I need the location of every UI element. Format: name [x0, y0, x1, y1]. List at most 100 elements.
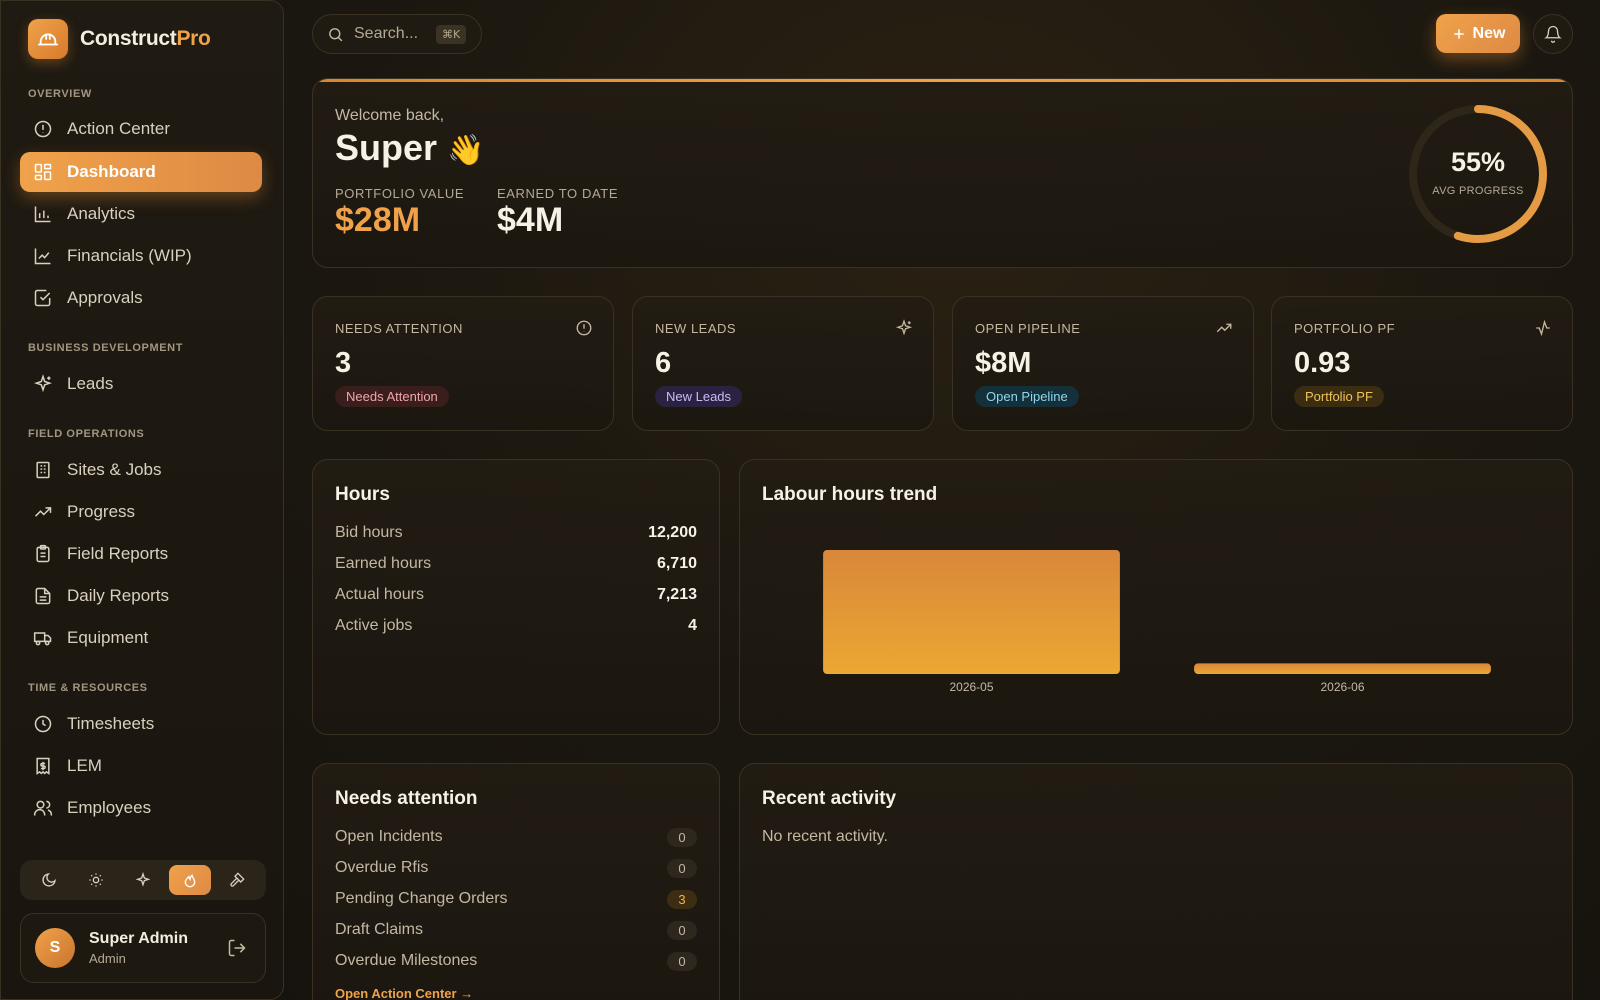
sidebar-item-label: Field Reports: [67, 544, 169, 563]
open-action-center-link[interactable]: Open Action Center →: [335, 986, 473, 1000]
sidebar-item-label: Action Center: [67, 119, 170, 138]
section-time-resources: TIME & RESOURCES: [28, 682, 148, 694]
sparkles-icon: [895, 319, 913, 342]
stat-card-new-leads[interactable]: NEW LEADS 6 New Leads: [632, 296, 934, 431]
stat-card-portfolio-pf[interactable]: PORTFOLIO PF 0.93 Portfolio PF: [1271, 296, 1573, 431]
new-button[interactable]: New: [1436, 14, 1520, 53]
attention-row[interactable]: Pending Change Orders 3: [335, 890, 697, 909]
count-badge: 0: [667, 828, 697, 847]
section-field-operations: FIELD OPERATIONS: [28, 428, 145, 440]
sidebar-item-employees[interactable]: Employees: [20, 788, 262, 828]
stat-card-open-pipeline[interactable]: OPEN PIPELINE $8M Open Pipeline: [952, 296, 1254, 431]
welcome-name: Super 👋: [335, 127, 485, 168]
sidebar-item-label: Timesheets: [67, 714, 155, 733]
status-badge: New Leads: [655, 386, 743, 407]
sidebar-item-field-reports[interactable]: Field Reports: [20, 534, 262, 574]
line-chart-icon: [33, 246, 53, 266]
sidebar-item-analytics[interactable]: Analytics: [20, 194, 262, 234]
stat-card-needs-attention[interactable]: NEEDS ATTENTION 3 Needs Attention: [312, 296, 614, 431]
sidebar-item-label: Equipment: [67, 628, 149, 647]
logout-icon[interactable]: [227, 938, 247, 963]
stat-value: $8M: [975, 347, 1032, 379]
flame-icon[interactable]: [168, 865, 211, 895]
clipboard-icon: [33, 544, 53, 564]
stat-label: PORTFOLIO PF: [1294, 321, 1396, 336]
search-icon: [327, 26, 344, 43]
sidebar-item-approvals[interactable]: Approvals: [20, 278, 262, 318]
attention-row[interactable]: Overdue Rfis 0: [335, 859, 697, 878]
search-input[interactable]: Search... ⌘K: [312, 14, 482, 54]
stat-value: 3: [335, 347, 352, 379]
stat-value: 0.93: [1294, 347, 1351, 379]
hard-hat-icon: [28, 19, 68, 59]
sidebar-item-label: Leads: [67, 374, 114, 393]
hours-row: Bid hours 12,200: [335, 524, 697, 541]
section-overview: OVERVIEW: [28, 88, 92, 100]
stat-label: NEEDS ATTENTION: [335, 321, 463, 336]
sidebar-item-equipment[interactable]: Equipment: [20, 618, 262, 658]
brand[interactable]: ConstructPro: [28, 19, 211, 59]
portfolio-value-label: PORTFOLIO VALUE: [335, 186, 465, 201]
sidebar-item-label: Daily Reports: [67, 586, 170, 605]
theme-switcher: [20, 860, 266, 900]
attention-title: Needs attention: [335, 788, 478, 809]
bar-chart-icon: [33, 204, 53, 224]
sidebar-item-label: Analytics: [67, 204, 136, 223]
sidebar-item-progress[interactable]: Progress: [20, 492, 262, 532]
sidebar-item-label: Approvals: [67, 288, 143, 307]
sidebar-item-sites-jobs[interactable]: Sites & Jobs: [20, 450, 262, 490]
avg-progress-label: AVG PROGRESS: [1432, 185, 1524, 197]
sparkles-icon[interactable]: [122, 865, 164, 895]
sidebar-item-daily-reports[interactable]: Daily Reports: [20, 576, 262, 616]
attention-row[interactable]: Overdue Milestones 0: [335, 952, 697, 971]
status-badge: Portfolio PF: [1294, 386, 1384, 407]
chart-bar-2026-06[interactable]: [1194, 663, 1491, 674]
count-badge: 0: [667, 921, 697, 940]
attention-row[interactable]: Open Incidents 0: [335, 828, 697, 847]
search-placeholder: Search...: [354, 25, 419, 42]
labour-hours-chart: 2026-05 2026-06: [823, 550, 1491, 694]
sidebar-item-financials[interactable]: Financials (WIP): [20, 236, 262, 276]
plus-icon: [1451, 26, 1467, 42]
sidebar-item-leads[interactable]: Leads: [20, 364, 262, 404]
clock-icon: [33, 714, 53, 734]
trending-up-icon: [33, 502, 53, 522]
sidebar-item-action-center[interactable]: Action Center: [20, 109, 262, 149]
receipt-icon: [33, 756, 53, 776]
hours-row: Earned hours 6,710: [335, 555, 697, 572]
new-button-label: New: [1472, 24, 1506, 42]
sidebar-item-label: Financials (WIP): [67, 246, 192, 265]
attention-row[interactable]: Draft Claims 0: [335, 921, 697, 940]
sidebar-item-label: LEM: [67, 756, 102, 775]
sun-icon[interactable]: [75, 865, 117, 895]
sidebar-item-timesheets[interactable]: Timesheets: [20, 704, 262, 744]
user-role: Admin: [89, 951, 126, 966]
hammer-icon[interactable]: [216, 865, 258, 895]
bell-icon[interactable]: [1533, 14, 1573, 54]
moon-icon[interactable]: [28, 865, 70, 895]
x-tick-label: 2026-06: [1320, 680, 1364, 694]
hours-row: Active jobs 4: [335, 617, 697, 634]
hours-row: Actual hours 7,213: [335, 586, 697, 603]
avatar: S: [35, 928, 75, 968]
sidebar-item-lem[interactable]: LEM: [20, 746, 262, 786]
user-card[interactable]: S Super Admin Admin: [20, 913, 266, 983]
count-badge: 0: [667, 952, 697, 971]
users-icon: [33, 798, 53, 818]
stat-label: NEW LEADS: [655, 321, 737, 336]
welcome-card: Welcome back, Super 👋 PORTFOLIO VALUE $2…: [312, 78, 1573, 268]
avg-progress-value: 55%: [1450, 147, 1506, 177]
earned-to-date-label: EARNED TO DATE: [497, 186, 619, 201]
needs-attention-card: Needs attention Open Incidents 0 Overdue …: [312, 763, 720, 1000]
sidebar-item-dashboard[interactable]: Dashboard: [20, 152, 262, 192]
sidebar: ConstructPro OVERVIEW BUSINESS DEVELOPME…: [0, 0, 284, 1000]
recent-title: Recent activity: [762, 788, 897, 809]
chart-bar-2026-05[interactable]: [823, 550, 1120, 674]
brand-name: ConstructPro: [80, 27, 211, 50]
search-shortcut: ⌘K: [436, 24, 467, 44]
welcome-greeting: Welcome back,: [335, 107, 445, 124]
activity-icon: [1534, 319, 1552, 342]
stat-value: 6: [655, 347, 672, 379]
wave-emoji: 👋: [447, 134, 485, 167]
status-badge: Open Pipeline: [975, 386, 1079, 407]
